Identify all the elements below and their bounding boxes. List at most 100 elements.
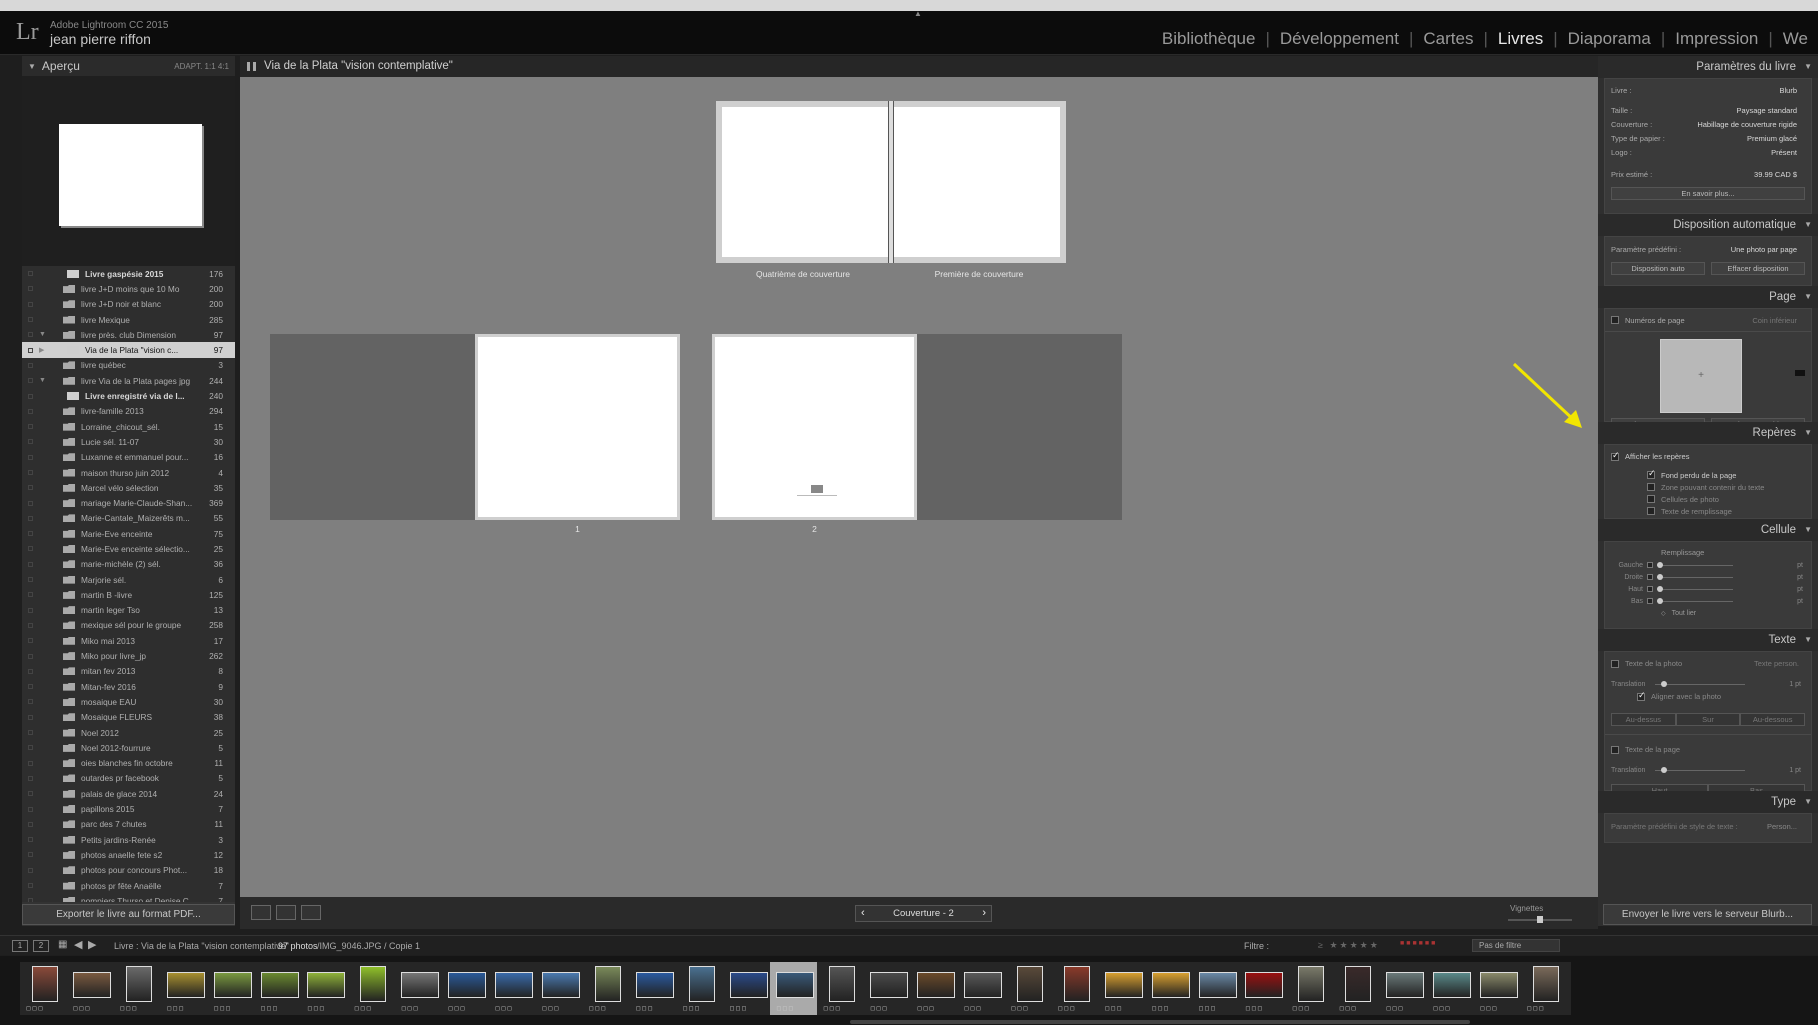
cover-row[interactable]: Couverture : Habillage de couverture rigi…	[1605, 117, 1811, 131]
page-numbers-checkbox[interactable]	[1611, 316, 1619, 324]
filmstrip-thumbnail[interactable]: ◻◻◻	[1473, 962, 1524, 1015]
collection-row[interactable]: mariage Marie-Claude-Shan... 369	[22, 495, 235, 510]
book-vendor-row[interactable]: Livre : Blurb	[1605, 83, 1811, 97]
filmstrip-thumbnail[interactable]: ◻◻◻	[1427, 962, 1477, 1015]
photo-text-row[interactable]: Texte de la photo Texte person.	[1611, 657, 1805, 670]
padding-link-checkbox[interactable]	[1647, 574, 1653, 580]
main-window-button[interactable]: 1	[12, 940, 28, 952]
collection-row[interactable]: livre québec 3	[22, 358, 235, 373]
page-2-frame[interactable]	[712, 334, 917, 520]
cover-spread[interactable]	[716, 101, 1066, 263]
photo-text-offset-knob[interactable]	[1661, 680, 1667, 687]
padding-slider-knob[interactable]	[1657, 561, 1663, 568]
page-text-offset-track[interactable]	[1655, 766, 1745, 773]
padding-slider-track[interactable]	[1657, 585, 1733, 592]
logo-row[interactable]: Logo : Présent	[1605, 145, 1811, 159]
filter-preset-select[interactable]: Pas de filtre	[1472, 939, 1560, 952]
module-6[interactable]: We	[1773, 29, 1818, 49]
filmstrip-thumbnail[interactable]: ◻◻◻	[1380, 962, 1431, 1015]
collection-row[interactable]: Livre enregistré via de l... 240	[22, 388, 235, 403]
filmstrip-thumbnail[interactable]: ◻◻◻	[301, 962, 352, 1015]
collection-row[interactable]: papillons 2015 7	[22, 801, 235, 816]
guide-item[interactable]: Cellules de photo	[1647, 493, 1805, 505]
filmstrip-thumbnail[interactable]: ◻◻◻	[911, 962, 962, 1015]
padding-slider-knob[interactable]	[1657, 597, 1663, 604]
secondary-window-button[interactable]: 2	[33, 940, 49, 952]
show-guides-checkbox[interactable]	[1611, 450, 1620, 461]
module-3[interactable]: Livres	[1488, 29, 1553, 49]
collection-target-dot[interactable]	[28, 653, 33, 659]
collection-row[interactable]: ▼ livre Via de la Plata pages jpg 244	[22, 373, 235, 388]
collection-row[interactable]: mosaique EAU 30	[22, 694, 235, 709]
front-cover-page[interactable]	[894, 107, 1060, 257]
collection-row[interactable]: photos pr fête Anaëlle 7	[22, 878, 235, 893]
filmstrip-thumbnail[interactable]: ◻◻◻	[535, 962, 586, 1015]
collection-target-dot[interactable]	[28, 470, 33, 475]
collection-target-dot[interactable]	[28, 301, 33, 307]
filmstrip-thumbnail[interactable]: ◻◻◻	[1333, 962, 1384, 1015]
book-settings-header[interactable]: Paramètres du livre	[1598, 56, 1818, 78]
collection-row[interactable]: livre J+D moins que 10 Mo 200	[22, 281, 235, 296]
filmstrip-thumbnail[interactable]: ◻◻◻	[958, 962, 1008, 1015]
paper-row[interactable]: Type de papier : Premium glacé	[1605, 131, 1811, 145]
align-position-button[interactable]: Sur	[1675, 713, 1741, 726]
module-5[interactable]: Impression	[1665, 29, 1768, 49]
collection-row[interactable]: martin leger Tso 13	[22, 603, 235, 618]
guides-header[interactable]: Repères	[1598, 422, 1818, 444]
page-text-offset-knob[interactable]	[1661, 766, 1667, 773]
preview-zoom-options[interactable]: ADAPT. 1:1 4:1	[174, 62, 229, 71]
collection-row[interactable]: mitan fev 2013 8	[22, 664, 235, 679]
module-2[interactable]: Cartes	[1413, 29, 1483, 49]
filmstrip-thumbnail[interactable]: ◻◻◻	[676, 962, 727, 1015]
collection-target-dot[interactable]	[28, 347, 33, 353]
collection-row[interactable]: Noel 2012 25	[22, 725, 235, 740]
collection-row[interactable]: palais de glace 2014 24	[22, 786, 235, 801]
collection-target-dot[interactable]	[28, 714, 33, 720]
collection-row[interactable]: Marjorie sél. 6	[22, 572, 235, 587]
collection-target-dot[interactable]	[28, 317, 33, 323]
show-guides-row[interactable]: Afficher les repères	[1611, 450, 1805, 463]
padding-slider-row[interactable]: Droite pt	[1611, 571, 1805, 583]
page-header[interactable]: Page	[1598, 286, 1818, 308]
multi-page-view-button[interactable]	[251, 905, 271, 920]
page-numbers-value[interactable]: Coin inférieur	[1752, 316, 1805, 325]
collection-target-dot[interactable]	[28, 408, 33, 414]
next-page-icon[interactable]: ›	[982, 906, 986, 921]
collection-target-dot[interactable]	[28, 791, 33, 797]
thumbnail-size-knob[interactable]	[1537, 916, 1543, 923]
align-with-photo-checkbox[interactable]	[1637, 690, 1646, 701]
collection-row[interactable]: photos anaelle fete s2 12	[22, 847, 235, 862]
collection-target-dot[interactable]	[28, 362, 33, 368]
collection-target-dot[interactable]	[28, 485, 33, 491]
guide-checkbox[interactable]	[1647, 468, 1656, 479]
back-cover-page[interactable]	[722, 107, 889, 257]
collection-row[interactable]: livre-famille 2013 294	[22, 404, 235, 419]
type-header[interactable]: Type	[1598, 791, 1818, 813]
module-4[interactable]: Diaporama	[1558, 29, 1661, 49]
collection-row[interactable]: photos pour concours Phot... 18	[22, 863, 235, 878]
auto-layout-preset-row[interactable]: Paramètre prédéfini : Une photo par page	[1605, 242, 1811, 256]
filmstrip-thumbnail[interactable]: ◻◻◻	[113, 962, 164, 1015]
send-to-blurb-button[interactable]: Envoyer le livre vers le serveur Blurb..…	[1603, 904, 1812, 925]
collection-target-dot[interactable]	[28, 271, 33, 277]
text-header[interactable]: Texte	[1598, 629, 1818, 651]
filmstrip-thumbnail[interactable]: ◻◻◻	[1004, 962, 1055, 1015]
page-template-thumbnail[interactable]: +	[1660, 339, 1742, 413]
back-icon[interactable]: ◀	[74, 938, 82, 951]
padding-slider-track[interactable]	[1657, 561, 1733, 568]
padding-slider-track[interactable]	[1657, 597, 1733, 604]
collection-target-dot[interactable]	[28, 699, 33, 705]
padding-slider-knob[interactable]	[1657, 573, 1663, 580]
filmstrip-thumbnail[interactable]: ◻◻◻	[864, 962, 915, 1015]
page-text-offset-row[interactable]: Translation 1 pt	[1611, 764, 1805, 776]
collection-row[interactable]: ▼ livre près. club Dimension 97	[22, 327, 235, 342]
collection-row[interactable]: Marie-Eve enceinte sélectio... 25	[22, 541, 235, 556]
current-file[interactable]: /IMG_9046.JPG / Copie 1	[317, 941, 420, 951]
collection-target-dot[interactable]	[28, 852, 33, 858]
filmstrip-thumbnail[interactable]: ◻◻◻	[1239, 962, 1290, 1015]
padding-slider-row[interactable]: Gauche pt	[1611, 559, 1805, 571]
filmstrip-thumbnail[interactable]: ◻◻◻	[442, 962, 493, 1015]
filmstrip-thumbnail[interactable]: ◻◻◻	[1192, 962, 1243, 1015]
filmstrip-thumbnail[interactable]: ◻◻◻	[723, 962, 774, 1015]
collection-target-dot[interactable]	[28, 561, 33, 567]
